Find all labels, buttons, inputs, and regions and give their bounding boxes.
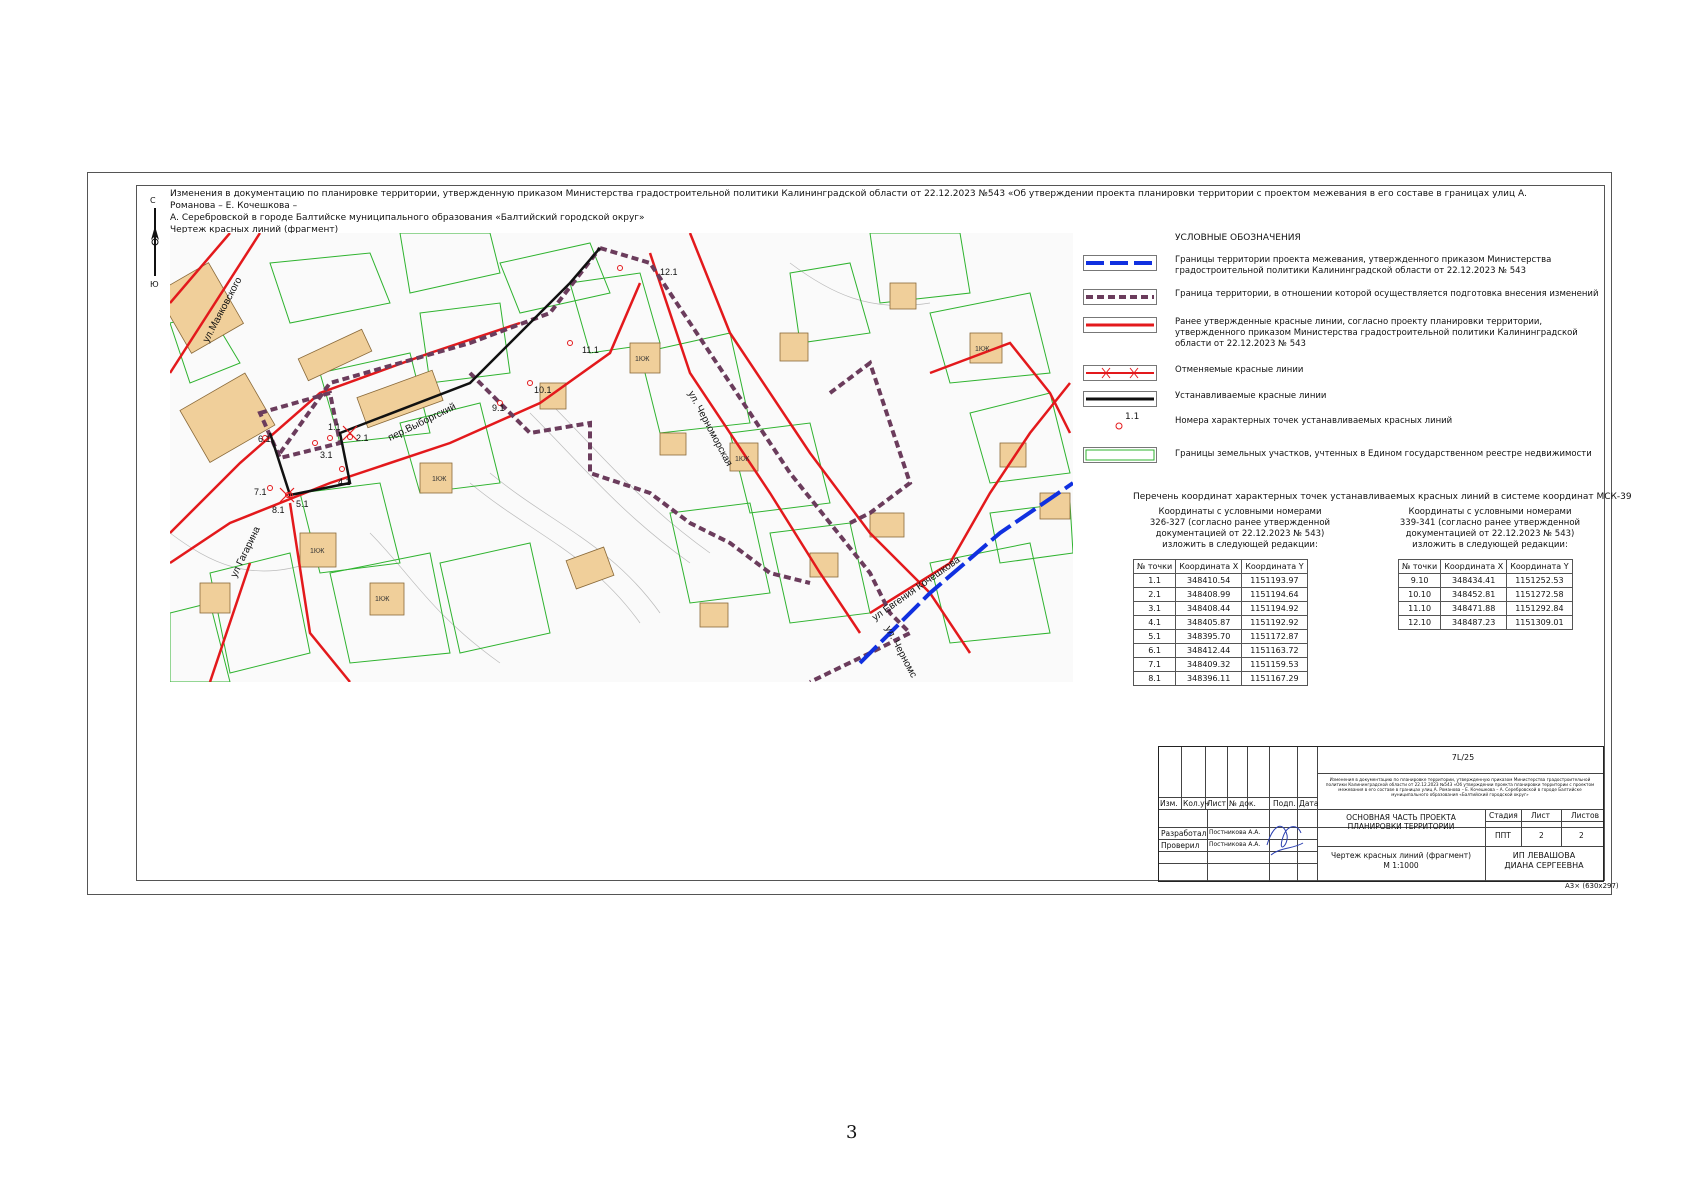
- stamp-stage: ППТ: [1495, 831, 1511, 840]
- stamp-scale: М 1:1000: [1383, 861, 1419, 870]
- stamp-code: 7L/25: [1451, 753, 1475, 762]
- stamp-col-izm: Изм.: [1160, 799, 1178, 808]
- table-row: 8.1 348396.11 1151167.29: [1132, 671, 1308, 686]
- legend-text: Границы земельных участков, учтенных в Е…: [1175, 449, 1592, 459]
- stamp-col-date: Дата: [1299, 799, 1319, 808]
- table-row: 10.10 348452.81 1151272.58: [1397, 587, 1573, 602]
- coords-table-2: № точки Координата X Координата Y 9.10 34…: [1397, 559, 1573, 630]
- stamp-drawing: Чертеж красных линий (фрагмент): [1330, 851, 1472, 860]
- table-header-row: № точки Координата X Координата Y: [1397, 559, 1573, 574]
- signature-icon: [1266, 825, 1304, 856]
- building-label: 1КЖ: [310, 548, 325, 555]
- stamp-checked-name: Постникова А.А.: [1209, 841, 1261, 848]
- legend-point-sample: 1.1: [1125, 412, 1140, 422]
- stamp-sheet-header: Лист: [1531, 811, 1551, 820]
- legend-symbol-cancelled: [1083, 365, 1157, 381]
- table-row: 12.10 348487.23 1151309.01: [1397, 615, 1573, 630]
- coords-block-1-caption: Координаты с условными номерами 326-327 …: [1149, 507, 1331, 550]
- coords-block-2-caption: Координаты с условными номерами 339-341 …: [1399, 507, 1581, 550]
- table-row: 1.1 348410.54 1151193.97: [1132, 573, 1308, 588]
- sheet-format: А3× (630х297): [1565, 882, 1619, 890]
- point-label: 5.1: [296, 499, 309, 509]
- stamp-developed-label: Разработал: [1161, 829, 1207, 838]
- point-label: 3.1: [320, 450, 333, 460]
- table-row: 7.1 348409.32 1151159.53: [1132, 657, 1308, 672]
- compass-south: Ю: [150, 280, 159, 289]
- point-label: 4.1: [338, 477, 351, 487]
- stamp-org-line-1: ИП ЛЕВАШОВА: [1512, 851, 1576, 860]
- stamp-developed-name: Постникова А.А.: [1209, 829, 1261, 836]
- legend-text: Отменяемые красные линии: [1175, 365, 1304, 375]
- title-block: Изм. Кол.уч Лист № док. Подп. Дата Разра…: [1158, 746, 1604, 882]
- building-label: 1КЖ: [735, 456, 750, 463]
- point-label: 1.1: [328, 422, 341, 432]
- building-label: 1КЖ: [635, 356, 650, 363]
- street-label-chernomorskaya-2: ул. Черномс: [882, 624, 918, 679]
- point-label: 7.1: [254, 487, 267, 497]
- stamp-sheet: 2: [1539, 831, 1544, 840]
- stamp-stage-header: Стадия: [1489, 811, 1518, 820]
- legend-symbol-purple-dash: [1083, 289, 1157, 305]
- street-label-kocheshkova: ул Евгения Кочешкова: [870, 554, 962, 623]
- page-number: 3: [846, 1122, 858, 1143]
- legend-symbol-red-line: [1083, 317, 1157, 333]
- table-row: 4.1 348405.87 1151192.92: [1132, 615, 1308, 630]
- table-row: 2.1 348408.99 1151194.64: [1132, 587, 1308, 602]
- stamp-section: ОСНОВНАЯ ЧАСТЬ ПРОЕКТА ПЛАНИРОВКИ ТЕРРИТ…: [1346, 813, 1456, 831]
- table-row: 5.1 348395.70 1151172.87: [1132, 629, 1308, 644]
- header-line-1: Изменения в документацию по планировке т…: [170, 189, 1528, 211]
- legend-title: УСЛОВНЫЕ ОБОЗНАЧЕНИЯ: [1175, 233, 1301, 243]
- stamp-description: Изменения в документацию по планировке т…: [1325, 777, 1595, 797]
- table-header-row: № точки Координата X Координата Y: [1132, 559, 1308, 574]
- stamp-sheets: 2: [1579, 831, 1584, 840]
- point-label: 12.1: [660, 267, 678, 277]
- coords-table-1: № точки Координата X Координата Y 1.1 348…: [1132, 559, 1308, 686]
- point-label: 11.1: [582, 345, 599, 355]
- stamp-sheets-header: Листов: [1571, 811, 1600, 820]
- legend-text: Номера характерных точек устанавливаемых…: [1175, 416, 1453, 426]
- point-label: 2.1: [356, 433, 369, 443]
- legend-symbol-parcel: [1083, 447, 1157, 463]
- legend-text: Ранее утвержденные красные линии, соглас…: [1175, 317, 1578, 349]
- point-label: 9.1: [492, 403, 505, 413]
- table-row: 3.1 348408.44 1151194.92: [1132, 601, 1308, 616]
- point-label: 10.1: [534, 385, 552, 395]
- stamp-col-doc: № док.: [1229, 799, 1256, 808]
- compass-north: С: [150, 196, 156, 205]
- legend-text: Устанавливаемые красные линии: [1175, 391, 1327, 401]
- point-label: 6.1: [258, 434, 271, 444]
- table-row: 9.10 348434.41 1151252.53: [1397, 573, 1573, 588]
- legend-text: Граница территории, в отношении которой …: [1175, 289, 1599, 299]
- table-row: 6.1 348412.44 1151163.72: [1132, 643, 1308, 658]
- legend-symbol-blue-dash: [1083, 255, 1157, 271]
- stamp-org-line-2: ДИАНА СЕРГЕЕВНА: [1504, 861, 1584, 870]
- stamp-col-koluch: Кол.уч: [1183, 799, 1209, 808]
- north-arrow-icon: С Ю: [146, 196, 164, 292]
- legend-symbol-established: [1083, 391, 1157, 407]
- coordinates-title: Перечень координат характерных точек уст…: [1133, 492, 1632, 502]
- building-label: 1КЖ: [975, 346, 990, 353]
- point-label: 8.1: [272, 505, 285, 515]
- header-line-2: А. Серебровской в городе Балтийске муниц…: [170, 213, 645, 223]
- stamp-col-list: Лист: [1207, 799, 1227, 808]
- sheet-header: Изменения в документацию по планировке т…: [170, 188, 1570, 236]
- legend-text: Границы территории проекта межевания, ут…: [1175, 255, 1552, 276]
- stamp-col-sign: Подп.: [1273, 799, 1296, 808]
- legend-symbol-point: 1.1: [1113, 412, 1153, 434]
- building-label: 1КЖ: [432, 476, 447, 483]
- building-label: 1КЖ: [375, 596, 390, 603]
- table-row: 11.10 348471.88 1151292.84: [1397, 601, 1573, 616]
- red-lines-map: 1.1 2.1 3.1 4.1 5.1 6.1 7.1 8.1 9.1 10.1…: [170, 233, 1073, 682]
- stamp-checked-label: Проверил: [1161, 841, 1200, 850]
